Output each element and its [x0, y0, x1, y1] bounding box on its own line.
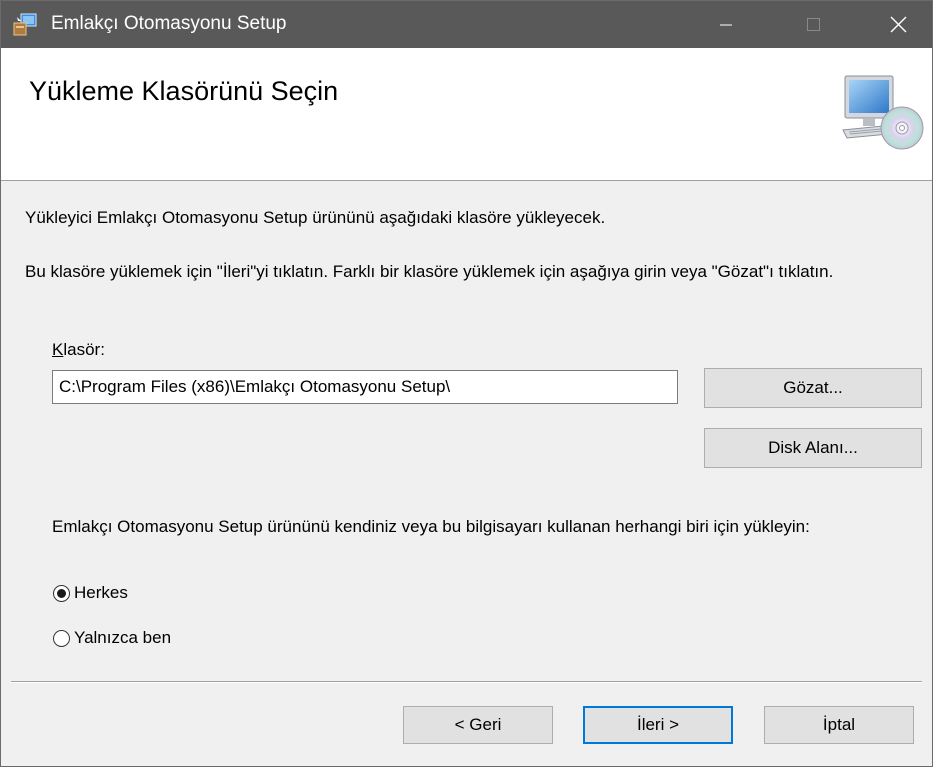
folder-label-accelerator: K [52, 340, 64, 359]
close-icon [890, 16, 907, 33]
intro-text: Yükleyici Emlakçı Otomasyonu Setup ürünü… [25, 208, 606, 227]
maximize-icon [807, 18, 820, 31]
radio-everyone[interactable]: Herkes [53, 583, 128, 603]
title-bar[interactable]: Emlakçı Otomasyonu Setup [1, 1, 932, 48]
maximize-button[interactable] [782, 1, 844, 48]
install-scope-prompt: Emlakçı Otomasyonu Setup ürününü kendini… [52, 517, 810, 536]
close-button[interactable] [866, 1, 928, 48]
back-button[interactable]: < Geri [403, 706, 553, 744]
cancel-button[interactable]: İptal [764, 706, 914, 744]
footer-divider [11, 681, 922, 683]
window-title: Emlakçı Otomasyonu Setup [51, 13, 287, 34]
minimize-icon [720, 24, 732, 26]
folder-label-text: lasör: [63, 340, 105, 359]
radio-just-me-label[interactable]: Yalnızca ben [74, 628, 171, 648]
radio-just-me-indicator[interactable] [53, 629, 70, 647]
setup-window: Emlakçı Otomasyonu Setup Yükleme Klasörü… [0, 0, 933, 767]
page-title: Yükleme Klasörünü Seçin [29, 76, 339, 106]
computer-cd-icon [842, 75, 924, 150]
installer-icon [13, 13, 37, 36]
dialog-content: Yükleyici Emlakçı Otomasyonu Setup ürünü… [1, 181, 932, 681]
radio-everyone-label[interactable]: Herkes [74, 583, 128, 603]
folder-path-input[interactable] [52, 370, 678, 404]
folder-label: Klasör: [52, 340, 105, 360]
disk-cost-button[interactable]: Disk Alanı... [704, 428, 922, 468]
radio-everyone-indicator[interactable] [53, 584, 70, 602]
header-banner: Yükleme Klasörünü Seçin [1, 48, 932, 181]
minimize-button[interactable] [695, 1, 757, 48]
radio-just-me[interactable]: Yalnızca ben [53, 628, 171, 648]
next-button[interactable]: İleri > [583, 706, 733, 744]
browse-button[interactable]: Gözat... [704, 368, 922, 408]
instructions-text: Bu klasöre yüklemek için "İleri"yi tıkla… [25, 262, 834, 281]
